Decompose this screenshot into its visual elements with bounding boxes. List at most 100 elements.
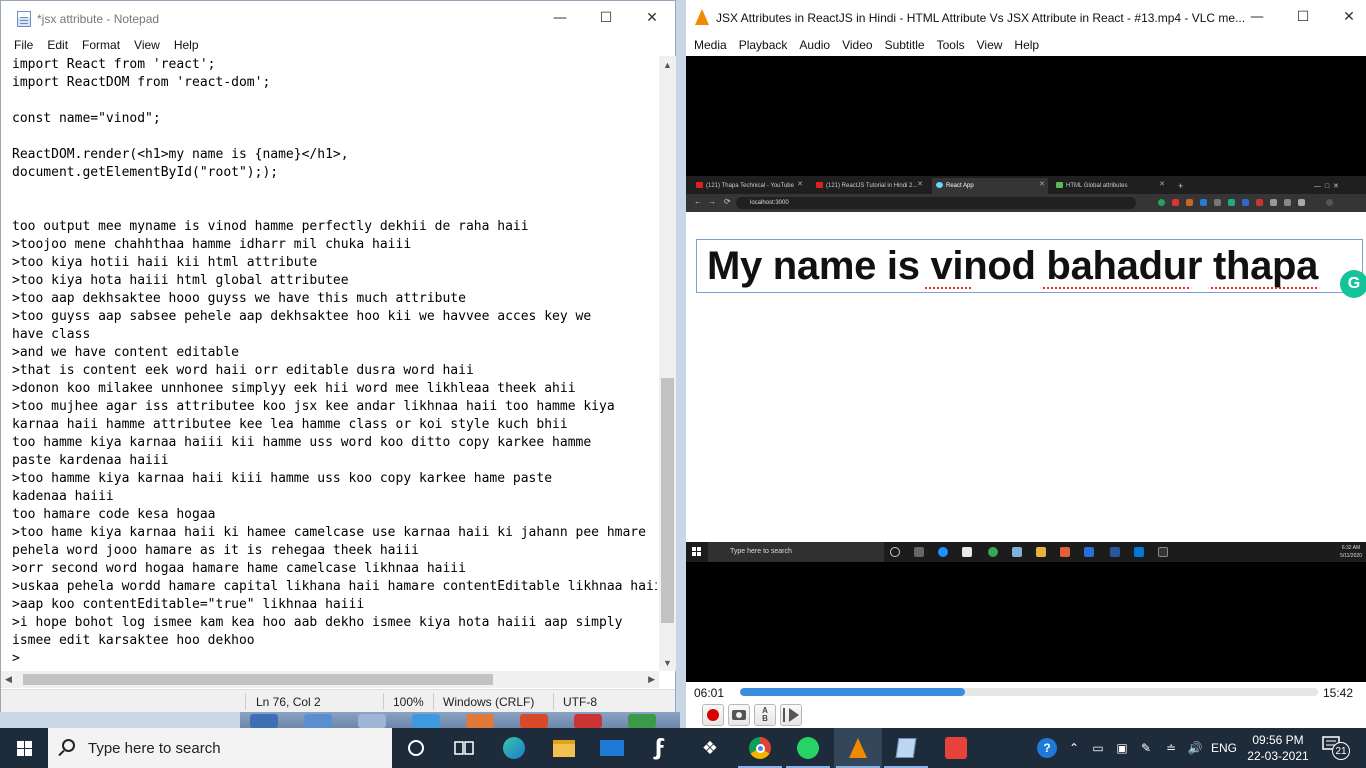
text-line: import React from 'react'; bbox=[12, 57, 216, 72]
vlc-controls: 06:01 15:42 AB bbox=[686, 682, 1366, 728]
video-clock: 6:32 AM 5/11/2020 bbox=[1340, 545, 1362, 559]
whatsapp-button[interactable] bbox=[784, 728, 832, 768]
camera-icon bbox=[732, 710, 746, 720]
grammarly-icon: G bbox=[1340, 270, 1366, 298]
seek-bar-fill bbox=[740, 688, 966, 696]
vertical-scrollbar[interactable]: ▲ ▼ bbox=[659, 56, 676, 671]
text-line: >too kiya hotii haii kii html attribute bbox=[12, 255, 318, 270]
video-tab-active: React App ✕ bbox=[932, 178, 1048, 194]
text-line: >too aap dekhsaktee hooo guyss we have t… bbox=[12, 291, 466, 306]
system-clock[interactable]: 09:56 PM 22-03-2021 bbox=[1246, 732, 1310, 764]
text-line: >too hame kiya karnaa haii ki hamee came… bbox=[12, 525, 646, 540]
pen-tray-button[interactable]: ✎ bbox=[1136, 728, 1156, 768]
video-frame[interactable]: (121) Thapa Technical - YouTube ✕ (121) R… bbox=[686, 56, 1366, 682]
text-line: >uskaa pehela wordd hamare capital likha… bbox=[12, 579, 657, 594]
start-button[interactable] bbox=[0, 728, 48, 768]
vlc-menu-video[interactable]: Video bbox=[836, 38, 878, 52]
video-window-controls: — □ ✕ bbox=[1314, 183, 1339, 190]
vlc-menu-help[interactable]: Help bbox=[1008, 38, 1045, 52]
language-button[interactable]: ENG bbox=[1208, 728, 1240, 768]
network-button[interactable]: ≐ bbox=[1160, 728, 1182, 768]
battery-tray-button[interactable]: ▭ bbox=[1088, 728, 1108, 768]
vlc-menu-view[interactable]: View bbox=[971, 38, 1009, 52]
frame-by-frame-button[interactable] bbox=[780, 704, 802, 726]
vertical-scroll-thumb[interactable] bbox=[661, 378, 674, 623]
snapshot-button[interactable] bbox=[728, 704, 750, 726]
windows-logo-icon bbox=[16, 740, 32, 756]
text-line: >orr second word hogaa hamare hame camel… bbox=[12, 561, 466, 576]
menu-edit[interactable]: Edit bbox=[40, 38, 75, 52]
minimize-button[interactable]: — bbox=[537, 1, 583, 35]
scroll-down-icon[interactable]: ▼ bbox=[659, 654, 676, 671]
vlc-menu-tools[interactable]: Tools bbox=[931, 38, 971, 52]
anydesk-icon bbox=[945, 737, 967, 759]
file-explorer-button[interactable] bbox=[540, 728, 588, 768]
dropbox-button[interactable]: ❖ bbox=[686, 728, 734, 768]
loop-ab-button[interactable]: AB bbox=[754, 704, 776, 726]
notepad-window[interactable]: *jsx attribute - Notepad — ☐ ✕ File Edit… bbox=[0, 0, 676, 712]
folder-icon bbox=[553, 739, 575, 757]
background-window-icons bbox=[240, 712, 680, 728]
menu-format[interactable]: Format bbox=[75, 38, 127, 52]
mail-button[interactable] bbox=[588, 728, 636, 768]
show-hidden-icons-button[interactable]: ⌃ bbox=[1064, 728, 1084, 768]
text-line bbox=[12, 182, 657, 200]
text-line: const name="vinod"; bbox=[12, 111, 161, 126]
spellcheck-underline bbox=[1211, 287, 1317, 289]
volume-button[interactable]: 🔊 bbox=[1184, 728, 1206, 768]
close-button[interactable]: ✕ bbox=[629, 1, 675, 35]
task-view-button[interactable] bbox=[440, 728, 488, 768]
anydesk-button[interactable] bbox=[932, 728, 980, 768]
notepad-text-area[interactable]: import React from 'react'; import ReactDO… bbox=[12, 56, 657, 668]
text-line: have class bbox=[12, 327, 91, 342]
menu-view[interactable]: View bbox=[127, 38, 167, 52]
video-tab: (121) ReactJS Tutorial in Hindi 2... ✕ bbox=[812, 178, 926, 194]
scroll-left-icon[interactable]: ◀ bbox=[5, 671, 12, 688]
video-browser-tabs: (121) Thapa Technical - YouTube ✕ (121) R… bbox=[686, 176, 1366, 194]
vlc-menu-playback[interactable]: Playback bbox=[733, 38, 794, 52]
scroll-up-icon[interactable]: ▲ bbox=[659, 56, 676, 73]
video-new-tab-icon: + bbox=[1178, 181, 1184, 191]
vlc-taskbar-button[interactable] bbox=[834, 728, 882, 768]
scroll-right-icon[interactable]: ▶ bbox=[648, 671, 655, 688]
chrome-icon bbox=[749, 737, 771, 759]
page-heading: My name is vinod bahadur thapa bbox=[707, 244, 1319, 288]
taskbar-search-box[interactable]: Type here to search bbox=[48, 728, 392, 768]
maximize-button[interactable]: ☐ bbox=[583, 1, 629, 35]
notepad-icon bbox=[17, 11, 31, 27]
vlc-titlebar[interactable]: JSX Attributes in ReactJS in Hindi - HTM… bbox=[686, 0, 1366, 34]
text-line: >i hope bohot log ismee kam kea hoo aab … bbox=[12, 615, 623, 630]
notepad-titlebar[interactable]: *jsx attribute - Notepad — ☐ ✕ bbox=[1, 1, 675, 35]
app-button[interactable]: ϝ bbox=[636, 728, 684, 768]
vlc-window[interactable]: JSX Attributes in ReactJS in Hindi - HTM… bbox=[686, 0, 1366, 728]
text-line: pehela word jooo hamare as it is rehegaa… bbox=[12, 543, 419, 558]
menu-help[interactable]: Help bbox=[167, 38, 206, 52]
edge-button[interactable] bbox=[490, 728, 538, 768]
cursor-position: Ln 76, Col 2 bbox=[256, 695, 321, 709]
ab-loop-icon: AB bbox=[762, 706, 768, 723]
horizontal-scrollbar[interactable]: ◀ ▶ bbox=[1, 671, 659, 688]
vlc-menu-subtitle[interactable]: Subtitle bbox=[879, 38, 931, 52]
video-reload-icon: ⟳ bbox=[724, 197, 731, 206]
vlc-close-button[interactable]: ✕ bbox=[1326, 0, 1366, 34]
vlc-minimize-button[interactable]: — bbox=[1234, 0, 1280, 34]
editable-heading-box: My name is vinod bahadur thapa G bbox=[696, 239, 1366, 298]
windows-taskbar: Type here to search ϝ ❖ ? ⌃ ▭ ▣ ✎ ≐ 🔊 EN bbox=[0, 728, 1366, 768]
horizontal-scroll-thumb[interactable] bbox=[23, 674, 493, 685]
cortana-button[interactable] bbox=[392, 728, 440, 768]
record-button[interactable] bbox=[702, 704, 724, 726]
seek-bar[interactable] bbox=[740, 688, 1318, 696]
vlc-menu-audio[interactable]: Audio bbox=[793, 38, 836, 52]
vlc-maximize-button[interactable]: ☐ bbox=[1280, 0, 1326, 34]
vlc-menu-media[interactable]: Media bbox=[688, 38, 733, 52]
edge-icon bbox=[503, 737, 525, 759]
spellcheck-underline bbox=[1043, 287, 1189, 289]
chrome-button[interactable] bbox=[736, 728, 784, 768]
text-line: karnaa haii hamme attributee kee lea ham… bbox=[12, 417, 568, 432]
tray-app-button[interactable]: ▣ bbox=[1112, 728, 1132, 768]
menu-file[interactable]: File bbox=[7, 38, 40, 52]
help-tray-button[interactable]: ? bbox=[1034, 728, 1060, 768]
action-center-button[interactable]: 21 bbox=[1322, 736, 1352, 760]
notepad-taskbar-button[interactable] bbox=[882, 728, 930, 768]
tray-app-icon: ▣ bbox=[1116, 741, 1128, 755]
